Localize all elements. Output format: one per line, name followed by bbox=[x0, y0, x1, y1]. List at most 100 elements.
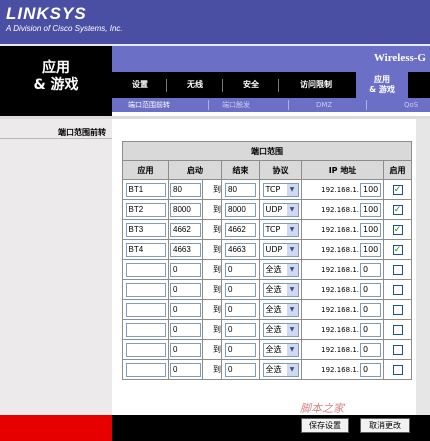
start-port-input[interactable]: 0 bbox=[170, 282, 201, 297]
app-cell bbox=[122, 299, 169, 320]
app-name-input[interactable] bbox=[125, 342, 166, 357]
protocol-select[interactable]: UDP ▼ bbox=[262, 242, 299, 257]
start-port-input[interactable]: 0 bbox=[170, 362, 201, 377]
save-settings-button[interactable]: 保存设置 bbox=[301, 418, 349, 433]
ip-cell: 192.168.1. 0 bbox=[301, 339, 384, 360]
tab-access-restrictions[interactable]: 访问限制 bbox=[286, 72, 346, 98]
col-protocol: 协议 bbox=[259, 160, 302, 180]
end-port-input[interactable]: 0 bbox=[225, 322, 256, 337]
tab-games-line2: & 游戏 bbox=[369, 85, 395, 94]
app-name-input[interactable]: BT1 bbox=[125, 182, 166, 197]
app-name-input[interactable]: BT4 bbox=[125, 242, 166, 257]
tab-games-line1: 应用 bbox=[374, 75, 390, 84]
protocol-select[interactable]: 全选 ▼ bbox=[262, 282, 299, 297]
enable-checkbox[interactable] bbox=[392, 304, 403, 315]
col-start: 启动 bbox=[168, 160, 222, 180]
start-port-input[interactable]: 4662 bbox=[170, 222, 201, 237]
logo-tagline: A Division of Cisco Systems, Inc. bbox=[6, 24, 123, 33]
ip-last-octet-input[interactable]: 0 bbox=[360, 362, 381, 377]
protocol-select[interactable]: 全选 ▼ bbox=[262, 342, 299, 357]
app-name-input[interactable] bbox=[125, 302, 166, 317]
ip-last-octet-input[interactable]: 0 bbox=[360, 282, 381, 297]
enable-cell: ✓ bbox=[382, 239, 413, 260]
enable-checkbox[interactable] bbox=[392, 264, 403, 275]
ip-last-octet-input[interactable]: 0 bbox=[360, 322, 381, 337]
app-name-input[interactable] bbox=[125, 262, 166, 277]
end-port-input[interactable]: 8000 bbox=[225, 202, 256, 217]
tab-setup[interactable]: 设置 bbox=[118, 72, 162, 98]
start-port-input[interactable]: 80 bbox=[170, 182, 201, 197]
protocol-select[interactable]: 全选 ▼ bbox=[262, 322, 299, 337]
subtab-port-triggering[interactable]: 端口触发 bbox=[222, 98, 250, 112]
protocol-select[interactable]: 全选 ▼ bbox=[262, 302, 299, 317]
protocol-select[interactable]: TCP ▼ bbox=[262, 182, 299, 197]
start-port-input[interactable]: 4663 bbox=[170, 242, 201, 257]
tab-separator bbox=[278, 79, 279, 92]
table-row: 0 到 0 全选 ▼ 192.168.1. 0 bbox=[122, 339, 413, 360]
app-name-input[interactable]: BT2 bbox=[125, 202, 166, 217]
chevron-down-icon: ▼ bbox=[286, 223, 298, 236]
start-port-input[interactable]: 0 bbox=[170, 302, 201, 317]
end-port-input[interactable]: 80 bbox=[225, 182, 256, 197]
chevron-down-icon: ▼ bbox=[286, 303, 298, 316]
enable-checkbox[interactable]: ✓ bbox=[392, 224, 403, 235]
end-cell: 4662 bbox=[221, 219, 260, 240]
enable-checkbox[interactable] bbox=[392, 364, 403, 375]
chevron-down-icon: ▼ bbox=[286, 283, 298, 296]
col-ip-address: IP 地址 bbox=[301, 160, 384, 180]
table-row: BT1 80 到 80 TCP ▼ 192.168.1. 100 ✓ bbox=[122, 179, 413, 200]
end-cell: 8000 bbox=[221, 199, 260, 220]
protocol-select[interactable]: 全选 ▼ bbox=[262, 362, 299, 377]
ip-cell: 192.168.1. 0 bbox=[301, 359, 384, 380]
app-name-input[interactable]: BT3 bbox=[125, 222, 166, 237]
ip-last-octet-input[interactable]: 100 bbox=[360, 222, 381, 237]
app-name-input[interactable] bbox=[125, 322, 166, 337]
ip-last-octet-input[interactable]: 0 bbox=[360, 342, 381, 357]
enable-checkbox[interactable]: ✓ bbox=[392, 244, 403, 255]
end-port-input[interactable]: 0 bbox=[225, 302, 256, 317]
app-name-input[interactable] bbox=[125, 282, 166, 297]
enable-cell bbox=[382, 299, 413, 320]
left-column bbox=[0, 119, 112, 417]
protocol-select[interactable]: TCP ▼ bbox=[262, 222, 299, 237]
table-row: BT3 4662 到 4662 TCP ▼ 192.168.1. 100 ✓ bbox=[122, 219, 413, 240]
to-label: 到 bbox=[202, 359, 222, 380]
end-port-input[interactable]: 0 bbox=[225, 262, 256, 277]
tab-security[interactable]: 安全 bbox=[228, 72, 274, 98]
subtab-dmz[interactable]: DMZ bbox=[316, 98, 332, 112]
enable-checkbox[interactable] bbox=[392, 284, 403, 295]
start-port-input[interactable]: 0 bbox=[170, 262, 201, 277]
enable-cell bbox=[382, 319, 413, 340]
ip-last-octet-input[interactable]: 100 bbox=[360, 242, 381, 257]
end-port-input[interactable]: 4662 bbox=[225, 222, 256, 237]
enable-checkbox[interactable] bbox=[392, 324, 403, 335]
end-port-input[interactable]: 0 bbox=[225, 282, 256, 297]
start-cell: 8000 bbox=[168, 199, 203, 220]
ip-last-octet-input[interactable]: 0 bbox=[360, 262, 381, 277]
end-port-input[interactable]: 0 bbox=[225, 362, 256, 377]
enable-checkbox[interactable]: ✓ bbox=[392, 204, 403, 215]
cancel-changes-button[interactable]: 取消更改 bbox=[360, 418, 410, 433]
ip-last-octet-input[interactable]: 100 bbox=[360, 182, 381, 197]
ip-last-octet-input[interactable]: 0 bbox=[360, 302, 381, 317]
end-port-input[interactable]: 4663 bbox=[225, 242, 256, 257]
app-name-input[interactable] bbox=[125, 362, 166, 377]
start-port-input[interactable]: 0 bbox=[170, 322, 201, 337]
tab-wireless[interactable]: 无线 bbox=[172, 72, 218, 98]
protocol-select[interactable]: 全选 ▼ bbox=[262, 262, 299, 277]
enable-checkbox[interactable] bbox=[392, 344, 403, 355]
to-label: 到 bbox=[202, 179, 222, 200]
linksys-logo: LINKSYS bbox=[6, 4, 87, 23]
tab-applications-gaming[interactable]: 应用 & 游戏 bbox=[356, 72, 408, 98]
start-port-input[interactable]: 8000 bbox=[170, 202, 201, 217]
end-port-input[interactable]: 0 bbox=[225, 342, 256, 357]
ip-prefix: 192.168.1. bbox=[321, 225, 359, 234]
start-port-input[interactable]: 0 bbox=[170, 342, 201, 357]
protocol-cell: TCP ▼ bbox=[259, 219, 302, 240]
subtab-port-range-forward[interactable]: 端口范围前转 bbox=[128, 98, 170, 112]
ip-prefix: 192.168.1. bbox=[321, 185, 359, 194]
subtab-qos[interactable]: QoS bbox=[404, 98, 418, 112]
protocol-select[interactable]: UDP ▼ bbox=[262, 202, 299, 217]
enable-checkbox[interactable]: ✓ bbox=[392, 184, 403, 195]
ip-last-octet-input[interactable]: 100 bbox=[360, 202, 381, 217]
